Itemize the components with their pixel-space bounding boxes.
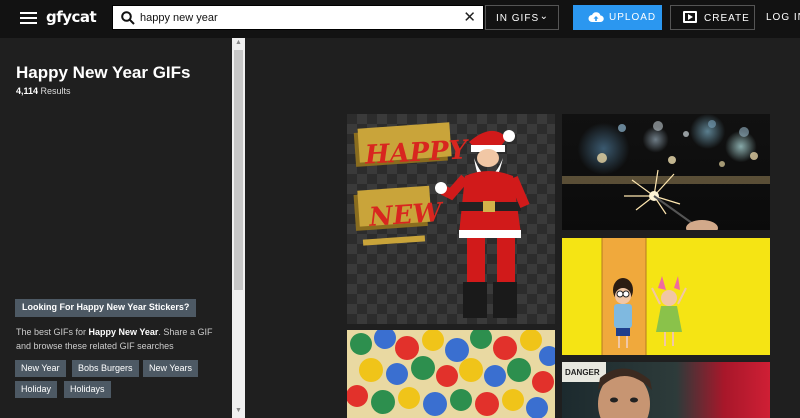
bobs-burgers-gif-image [601,238,687,355]
balloons-gif-image [347,330,555,418]
search-scope-dropdown[interactable]: IN GIFS ⌄ [485,5,559,30]
result-count-number: 4,114 [16,86,39,96]
desc-term: Happy New Year [88,327,159,337]
clear-search-icon[interactable]: ✕ [463,10,476,25]
santa-gif-image: HAPPY NEW [353,122,530,318]
upload-button[interactable]: UPLOAD [573,5,662,30]
search-sidebar: Happy New Year GIFs 4,114 Results Lookin… [0,38,232,418]
tag-bobs-burgers[interactable]: Bobs Burgers [72,360,139,377]
tag-new-year[interactable]: New Year [15,360,66,377]
man-gif-image: DANGER [562,362,652,418]
result-count-suffix: Results [40,86,71,96]
sparkler-gif-image [562,120,770,230]
chevron-down-icon: ⌄ [539,11,549,22]
scrollbar-thumb[interactable] [234,50,243,290]
login-link[interactable]: LOG IN [766,12,800,23]
danger-sign-text: DANGER [565,368,600,377]
create-label: CREATE [704,13,750,24]
tag-holiday[interactable]: Holiday [15,381,58,398]
scroll-up-icon[interactable]: ▲ [235,39,242,46]
result-count: 4,114 Results [16,86,71,96]
page-title: Happy New Year GIFs [16,63,191,82]
tag-holidays[interactable]: Holidays [64,381,111,398]
video-create-icon [683,11,697,23]
search-scope-label: IN GIFS [496,13,540,24]
happy-gif-text: HAPPY [363,135,470,170]
gif-tile-santa[interactable]: HAPPY NEW [347,114,555,324]
search-input[interactable] [140,8,460,28]
gif-tile-sparkler[interactable] [562,114,770,230]
gif-grid: HAPPY NEW DANGER [245,38,800,418]
menu-icon[interactable] [20,12,37,25]
tag-new-years[interactable]: New Years [143,360,199,377]
gif-tile-bobs-burgers[interactable] [562,238,770,355]
gif-tile-balloons[interactable] [347,330,555,418]
gfycat-logo[interactable]: gfycat [46,8,97,26]
gif-tile-man[interactable]: DANGER [562,362,770,418]
upload-label: UPLOAD [609,12,657,23]
search-icon[interactable] [121,11,135,25]
desc-prefix: The best GIFs for [16,327,87,337]
create-button[interactable]: CREATE [670,5,755,30]
search-bar: ✕ [112,5,484,30]
stickers-button[interactable]: Looking For Happy New Year Stickers? [15,299,197,317]
related-description: The best GIFs for Happy New Year. Share … [16,325,216,353]
scroll-down-icon[interactable]: ▼ [235,407,242,414]
sidebar-scrollbar[interactable]: ▲ ▼ [232,38,245,418]
cloud-upload-icon [588,12,604,22]
new-gif-text: NEW [367,198,445,233]
top-navigation-bar: gfycat ✕ IN GIFS ⌄ UPLOAD CREATE LOG IN [0,0,800,38]
